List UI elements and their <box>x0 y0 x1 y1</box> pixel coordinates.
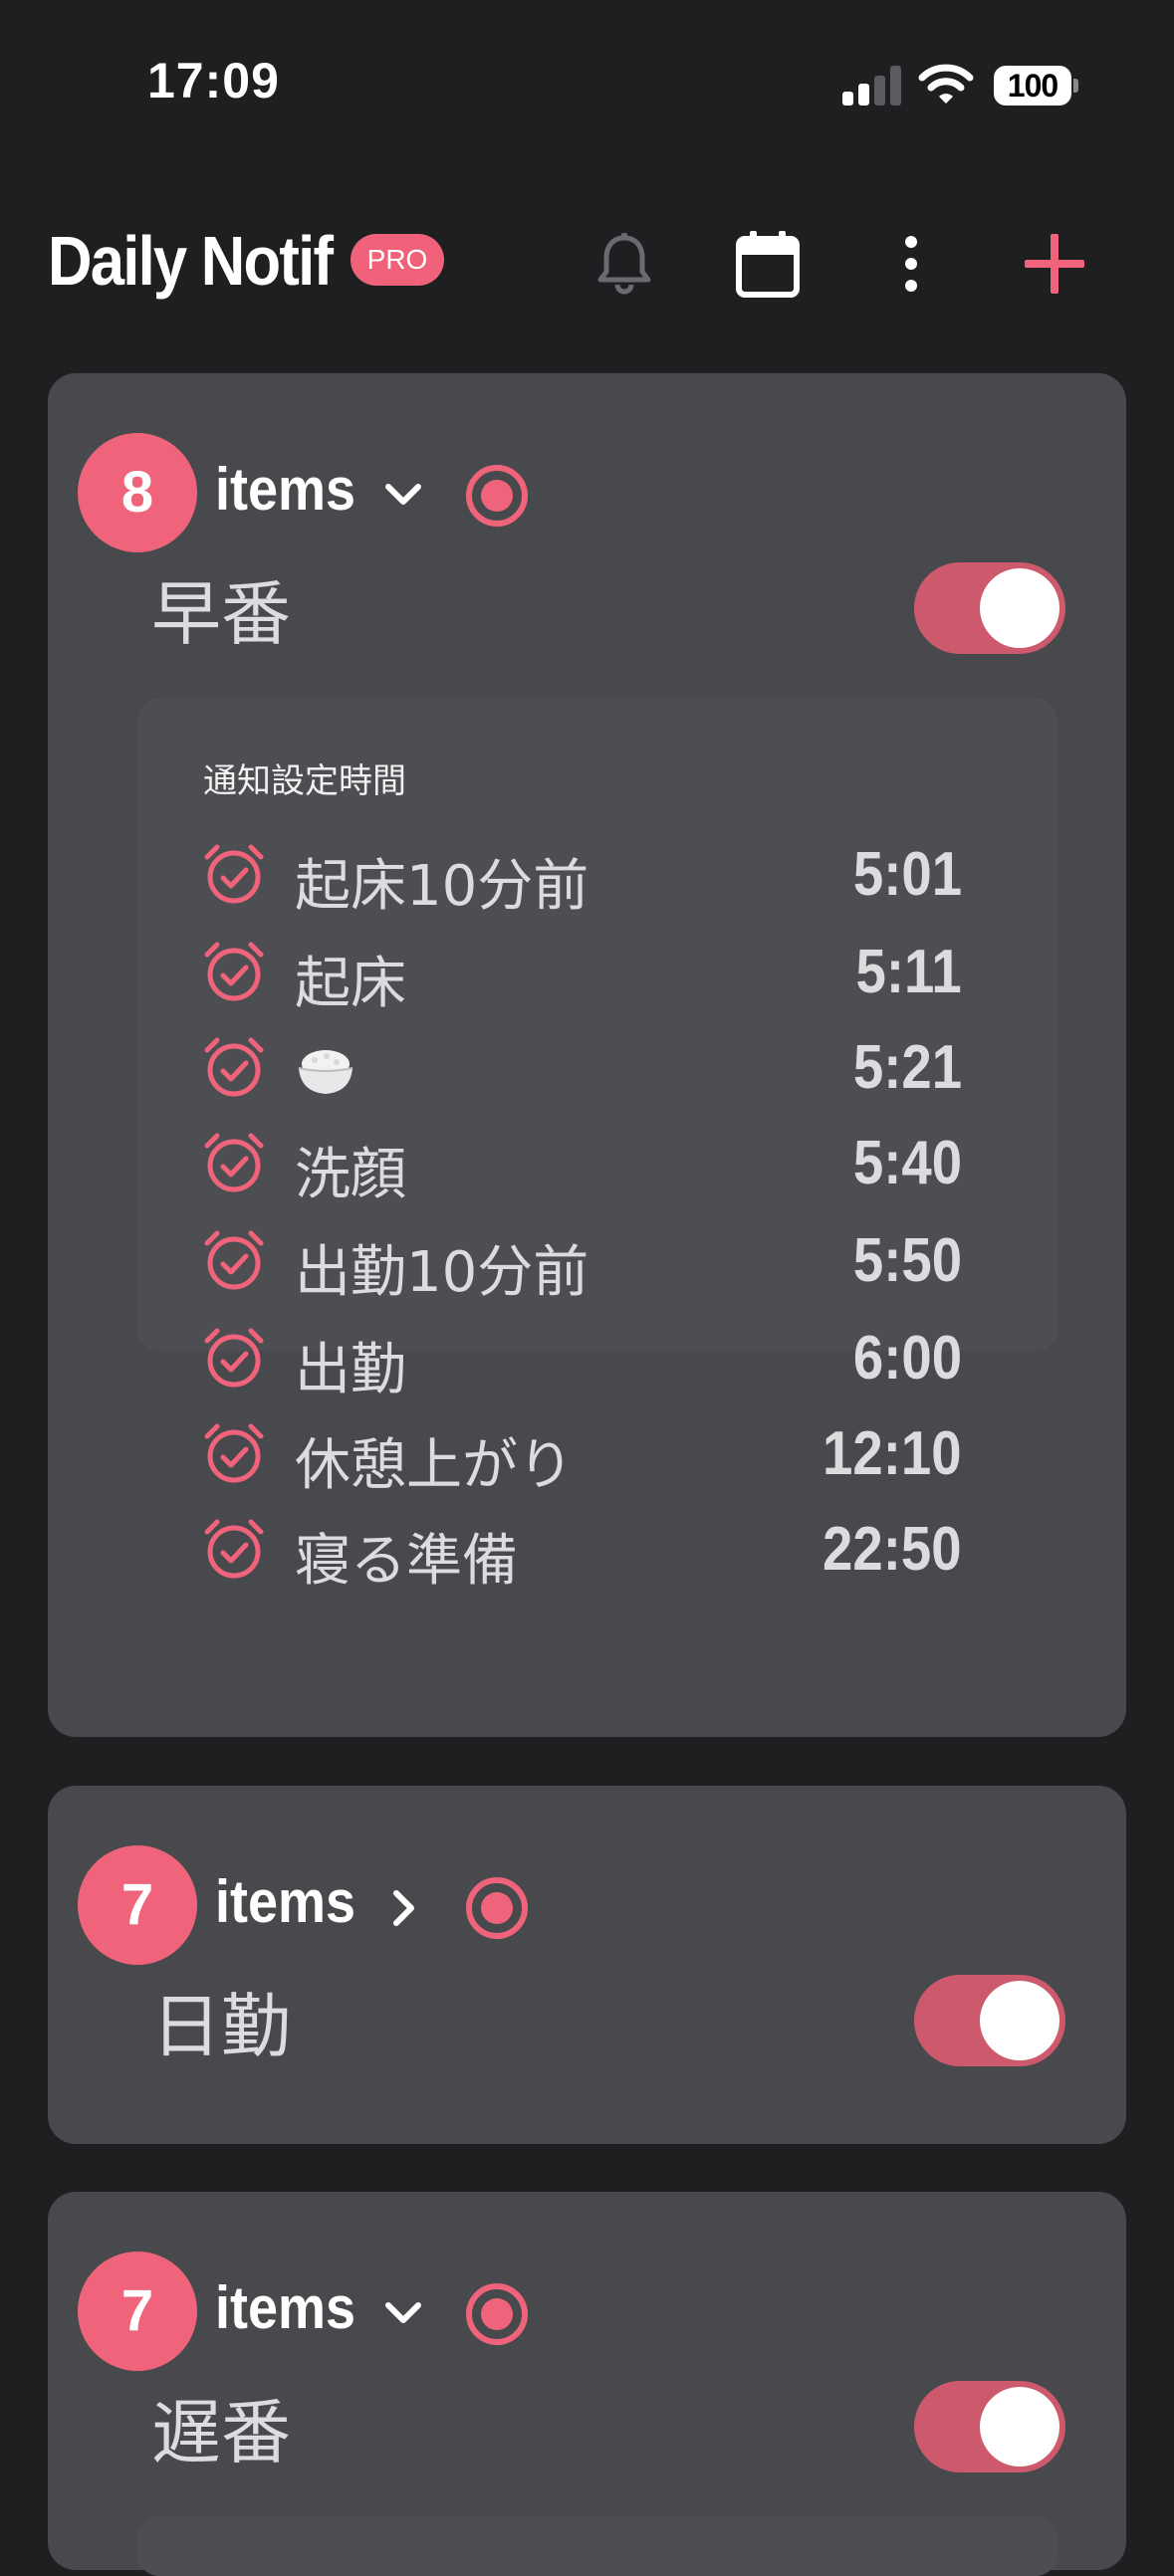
item-count-badge: 8 <box>78 433 197 552</box>
schedule-name: 起床 <box>295 952 406 1016</box>
more-vertical-icon <box>905 236 917 292</box>
battery-indicator: 100 <box>994 66 1071 106</box>
schedule-time: 5:40 <box>852 1129 962 1197</box>
schedule-row[interactable]: 起床10分前 5:01 <box>137 829 1057 919</box>
schedule-name: 洗顔 <box>295 1143 406 1207</box>
panel-label: 通知設定時間 <box>203 761 406 801</box>
schedule-time: 5:11 <box>855 938 962 1006</box>
enable-toggle[interactable] <box>914 1975 1065 2066</box>
schedule-name: 出勤 <box>295 1338 406 1402</box>
calendar-icon <box>736 231 800 298</box>
schedule-row[interactable]: 出勤10分前 5:50 <box>137 1215 1057 1305</box>
alarm-check-icon <box>201 1325 267 1391</box>
alarm-check-icon <box>201 1227 267 1293</box>
schedule-panel: 通知設定時間 起床10分前 5:01 起床 5:11 5:21 洗顔 5:40 … <box>137 698 1057 1594</box>
more-button[interactable] <box>866 219 956 309</box>
schedule-row[interactable]: 洗顔 5:40 <box>137 1118 1057 1207</box>
card-title: 日勤 <box>151 1986 291 2067</box>
schedule-time: 5:50 <box>852 1226 962 1295</box>
enable-toggle[interactable] <box>914 562 1065 654</box>
alarm-check-icon <box>201 841 267 907</box>
schedule-row[interactable]: 起床 5:11 <box>137 927 1057 1016</box>
schedule-time: 22:50 <box>822 1515 962 1584</box>
radio-selected-icon[interactable] <box>464 463 530 529</box>
cellular-signal-icon <box>842 66 902 106</box>
toggle-knob <box>980 1981 1059 2060</box>
calendar-button[interactable] <box>723 219 813 309</box>
items-label: items <box>215 1868 356 1935</box>
schedule-row[interactable]: 寝る準備 22:50 <box>137 1504 1057 1594</box>
shift-card[interactable]: 8 items 早番 通知設定時間 起床10分前 5:01 起床 5:11 5:… <box>48 373 1126 1737</box>
schedule-row[interactable]: 休憩上がり 12:10 <box>137 1408 1057 1498</box>
plus-icon <box>1025 234 1084 294</box>
schedule-time: 5:01 <box>852 840 962 909</box>
add-button[interactable] <box>1010 219 1099 309</box>
schedule-name: 出勤10分前 <box>295 1240 589 1305</box>
wifi-icon <box>918 64 974 104</box>
card-title: 早番 <box>151 573 291 655</box>
alarm-check-icon <box>201 939 267 1004</box>
rice-bowl-icon <box>298 1050 353 1094</box>
item-count-badge: 7 <box>78 2252 197 2371</box>
item-count-badge: 7 <box>78 1845 197 1965</box>
alarm-check-icon <box>201 1130 267 1195</box>
schedule-time: 6:00 <box>852 1324 962 1393</box>
toggle-knob <box>980 568 1059 648</box>
schedule-name: 寝る準備 <box>295 1529 518 1594</box>
status-bar: 17:09 100 <box>0 0 1174 169</box>
app-title: Daily Notif <box>48 222 334 300</box>
schedule-name: 休憩上がり <box>295 1433 574 1498</box>
chevron-down-icon[interactable] <box>378 471 428 521</box>
pro-badge[interactable]: PRO <box>351 234 444 286</box>
radio-selected-icon[interactable] <box>464 2281 530 2347</box>
alarm-check-icon <box>201 1516 267 1582</box>
bell-icon <box>597 233 651 295</box>
chevron-right-icon[interactable] <box>378 1883 428 1933</box>
battery-tip <box>1073 79 1078 93</box>
alarm-check-icon <box>201 1420 267 1486</box>
schedule-row[interactable]: 出勤 6:00 <box>137 1313 1057 1402</box>
schedule-time: 12:10 <box>822 1419 962 1488</box>
status-time: 17:09 <box>147 53 280 108</box>
alarm-check-icon <box>201 1034 267 1100</box>
schedule-time: 5:21 <box>852 1033 962 1102</box>
enable-toggle[interactable] <box>914 2381 1065 2472</box>
chevron-down-icon[interactable] <box>378 2289 428 2339</box>
items-label: items <box>215 456 356 523</box>
items-label: items <box>215 2274 356 2341</box>
shift-card[interactable]: 7 items 日勤 <box>48 1786 1126 2144</box>
schedule-panel <box>137 2516 1057 2576</box>
schedule-row[interactable]: 5:21 <box>137 1022 1057 1112</box>
radio-selected-icon[interactable] <box>464 1875 530 1941</box>
shift-card[interactable]: 7 items 遅番 <box>48 2192 1126 2576</box>
schedule-name: 起床10分前 <box>295 854 589 919</box>
app-header: Daily Notif PRO <box>0 199 1174 328</box>
bell-button[interactable] <box>580 219 669 309</box>
card-title: 遅番 <box>151 2392 291 2473</box>
toggle-knob <box>980 2387 1059 2467</box>
